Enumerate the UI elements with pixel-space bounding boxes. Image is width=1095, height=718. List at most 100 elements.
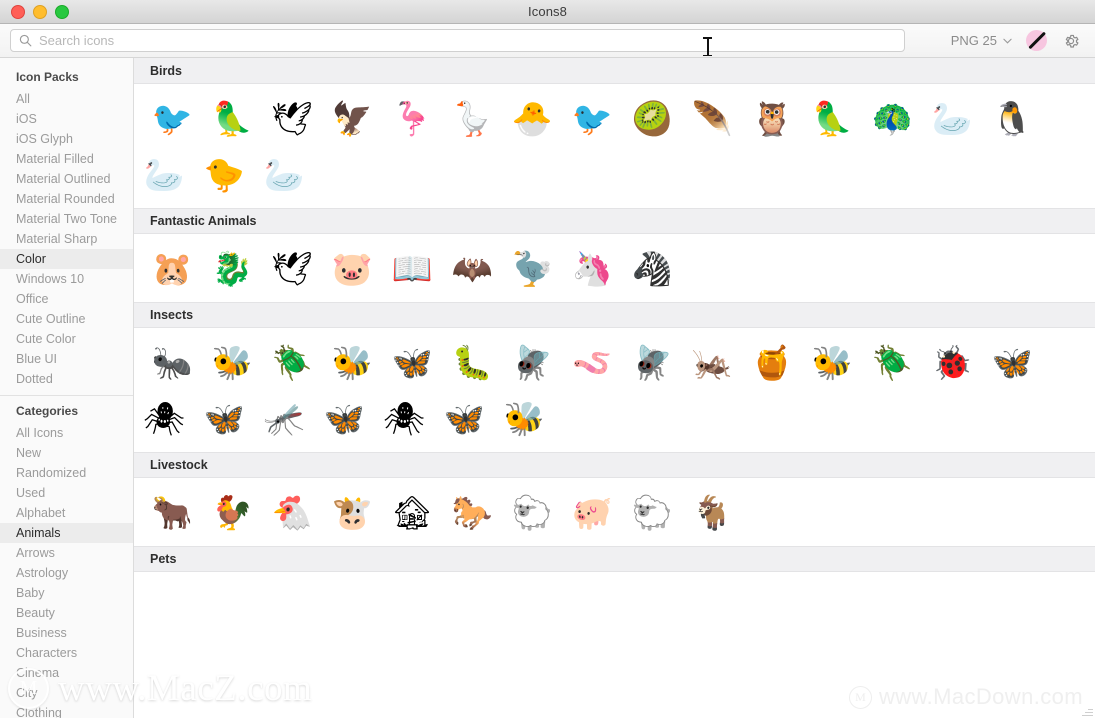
sidebar-item-used[interactable]: Used bbox=[0, 483, 133, 503]
icon-cell-worm[interactable]: 🪱 bbox=[562, 334, 622, 390]
icon-browser[interactable]: Birds 🐦 🦜 🕊 🦅 🦩 🪿 🐣 🐦 🥝 🪶 🦉 🦜 🦚 🦢 🐧 🦢 🐤 bbox=[134, 58, 1095, 718]
icon-cell-puffin[interactable]: 🐧 bbox=[982, 90, 1042, 146]
icon-cell-budgie[interactable]: 🦜 bbox=[202, 90, 262, 146]
icon-cell-unicorn[interactable]: 🦄 bbox=[562, 240, 622, 296]
sidebar-item-material-filled[interactable]: Material Filled bbox=[0, 149, 133, 169]
sidebar-item-material-two-tone[interactable]: Material Two Tone bbox=[0, 209, 133, 229]
sidebar-item-office[interactable]: Office bbox=[0, 289, 133, 309]
caterpillar-icon: 🐛 bbox=[451, 343, 493, 381]
icon-cell-bee[interactable]: 🐝 bbox=[322, 334, 382, 390]
icon-cell-hornet[interactable]: 🐝 bbox=[802, 334, 862, 390]
icon-cell-swan[interactable]: 🦢 bbox=[254, 146, 314, 202]
icon-cell-bull[interactable]: 🐂 bbox=[142, 484, 202, 540]
sidebar-item-arrows[interactable]: Arrows bbox=[0, 543, 133, 563]
sidebar-item-animals[interactable]: Animals bbox=[0, 523, 133, 543]
sidebar-item-beauty[interactable]: Beauty bbox=[0, 603, 133, 623]
icon-cell-hamster[interactable]: 🐹 bbox=[142, 240, 202, 296]
sidebar-item-all[interactable]: All bbox=[0, 89, 133, 109]
sidebar-item-randomized[interactable]: Randomized bbox=[0, 463, 133, 483]
icon-cell-pelican[interactable]: 🦢 bbox=[922, 90, 982, 146]
sidebar-item-new[interactable]: New bbox=[0, 443, 133, 463]
icon-cell-flamingo[interactable]: 🦩 bbox=[382, 90, 442, 146]
icon-cell-swallowtail[interactable]: 🦋 bbox=[434, 390, 494, 446]
sidebar-item-city[interactable]: City bbox=[0, 683, 133, 703]
icon-cell-eagle[interactable]: 🦅 bbox=[322, 90, 382, 146]
color-swatch-button[interactable] bbox=[1026, 30, 1047, 51]
icon-cell-ostrich[interactable]: 🪶 bbox=[682, 90, 742, 146]
icon-cell-beetle[interactable]: 🪲 bbox=[262, 334, 322, 390]
sidebar-item-color[interactable]: Color bbox=[0, 249, 133, 269]
sidebar-item-material-outlined[interactable]: Material Outlined bbox=[0, 169, 133, 189]
icon-cell-owl[interactable]: 🦉 bbox=[742, 90, 802, 146]
icon-cell-spider[interactable]: 🕷 bbox=[374, 390, 434, 446]
icon-cell-cow-face[interactable]: 🐮 bbox=[322, 484, 382, 540]
icon-cell-bat-face[interactable]: 🦇 bbox=[442, 240, 502, 296]
sidebar-item-characters[interactable]: Characters bbox=[0, 643, 133, 663]
icon-cell-yellow-butterfly[interactable]: 🦋 bbox=[982, 334, 1042, 390]
icon-cell-pig[interactable]: 🐖 bbox=[562, 484, 622, 540]
icon-cell-ladybug[interactable]: 🐞 bbox=[922, 334, 982, 390]
sidebar-item-ios[interactable]: iOS bbox=[0, 109, 133, 129]
icon-cell-stork-with-bundle[interactable]: 🐣 bbox=[502, 90, 562, 146]
icon-cell-peacock[interactable]: 🦚 bbox=[862, 90, 922, 146]
icon-cell-parrot[interactable]: 🦜 bbox=[802, 90, 862, 146]
icon-cell-monarch-butterfly[interactable]: 🦋 bbox=[194, 390, 254, 446]
icon-cell-ram-with-bell[interactable]: 🐐 bbox=[682, 484, 742, 540]
sidebar-item-windows-10[interactable]: Windows 10 bbox=[0, 269, 133, 289]
sidebar-item-cute-outline[interactable]: Cute Outline bbox=[0, 309, 133, 329]
icon-cell-chicken-coop[interactable]: 🏚 bbox=[382, 484, 442, 540]
window-resize-grip[interactable] bbox=[1081, 705, 1093, 717]
sidebar-item-clothing[interactable]: Clothing bbox=[0, 703, 133, 718]
icon-cell-caterpillar[interactable]: 🐛 bbox=[442, 334, 502, 390]
search-field-container[interactable] bbox=[10, 29, 905, 52]
icon-cell-stork-delivery[interactable]: 🐤 bbox=[194, 146, 254, 202]
icon-cell-stork[interactable]: 🪿 bbox=[442, 90, 502, 146]
sidebar-item-business[interactable]: Business bbox=[0, 623, 133, 643]
icon-cell-wasp-flying[interactable]: 🐝 bbox=[494, 390, 554, 446]
icon-cell-purple-bird[interactable]: 🦤 bbox=[502, 240, 562, 296]
icon-cell-mite[interactable]: 🕷 bbox=[134, 390, 194, 446]
sidebar-item-baby[interactable]: Baby bbox=[0, 583, 133, 603]
icon-cell-ant[interactable]: 🐜 bbox=[142, 334, 202, 390]
app-toolbar: PNG 25 bbox=[0, 24, 1095, 58]
icon-cell-phoenix[interactable]: 🕊 bbox=[262, 240, 322, 296]
icon-cell-dragon[interactable]: 🐉 bbox=[202, 240, 262, 296]
sidebar-item-material-sharp[interactable]: Material Sharp bbox=[0, 229, 133, 249]
icon-cell-blue-butterfly[interactable]: 🦋 bbox=[382, 334, 442, 390]
icon-cell-wasp[interactable]: 🐝 bbox=[202, 334, 262, 390]
icon-cell-pelican-side[interactable]: 🦢 bbox=[134, 146, 194, 202]
icon-cell-kiwi-bird[interactable]: 🥝 bbox=[622, 90, 682, 146]
sidebar-item-ios-glyph[interactable]: iOS Glyph bbox=[0, 129, 133, 149]
export-format-dropdown[interactable]: PNG 25 bbox=[951, 33, 1012, 48]
sidebar-item-dotted[interactable]: Dotted bbox=[0, 369, 133, 389]
sidebar-item-blue-ui[interactable]: Blue UI bbox=[0, 349, 133, 369]
icon-cell-mosquito[interactable]: 🦟 bbox=[254, 390, 314, 446]
wasp-icon: 🐝 bbox=[211, 343, 253, 381]
icon-cell-rooster-steps[interactable]: 🐔 bbox=[262, 484, 322, 540]
icon-cell-dove[interactable]: 🕊 bbox=[262, 90, 322, 146]
icon-cell-sheep-face[interactable]: 🐑 bbox=[502, 484, 562, 540]
icon-cell-fly[interactable]: 🪰 bbox=[622, 334, 682, 390]
settings-gear-button[interactable] bbox=[1061, 31, 1081, 51]
search-input[interactable] bbox=[39, 33, 896, 48]
icon-cell-horse[interactable]: 🐎 bbox=[442, 484, 502, 540]
icon-cell-pig-face[interactable]: 🐷 bbox=[322, 240, 382, 296]
icon-cell-moth[interactable]: 🦋 bbox=[314, 390, 374, 446]
icon-cell-zebra-face[interactable]: 🦓 bbox=[622, 240, 682, 296]
app-body: Icon Packs All iOS iOS Glyph Material Fi… bbox=[0, 58, 1095, 718]
icon-cell-hummingbird[interactable]: 🐦 bbox=[562, 90, 622, 146]
icon-cell-grasshopper[interactable]: 🦗 bbox=[682, 334, 742, 390]
sidebar-item-material-rounded[interactable]: Material Rounded bbox=[0, 189, 133, 209]
sidebar-item-cute-color[interactable]: Cute Color bbox=[0, 329, 133, 349]
sidebar-item-all-icons[interactable]: All Icons bbox=[0, 423, 133, 443]
icon-cell-dragonfly[interactable]: 🪰 bbox=[502, 334, 562, 390]
icon-cell-sheep[interactable]: 🐑 bbox=[622, 484, 682, 540]
icon-cell-green-beetle[interactable]: 🪲 bbox=[862, 334, 922, 390]
icon-cell-chicken[interactable]: 🐓 bbox=[202, 484, 262, 540]
icon-cell-singing-bird[interactable]: 🐦 bbox=[142, 90, 202, 146]
icon-cell-unicorn-reading[interactable]: 📖 bbox=[382, 240, 442, 296]
sidebar-item-cinema[interactable]: Cinema bbox=[0, 663, 133, 683]
sidebar-item-astrology[interactable]: Astrology bbox=[0, 563, 133, 583]
icon-cell-beehive[interactable]: 🍯 bbox=[742, 334, 802, 390]
sidebar-item-alphabet[interactable]: Alphabet bbox=[0, 503, 133, 523]
